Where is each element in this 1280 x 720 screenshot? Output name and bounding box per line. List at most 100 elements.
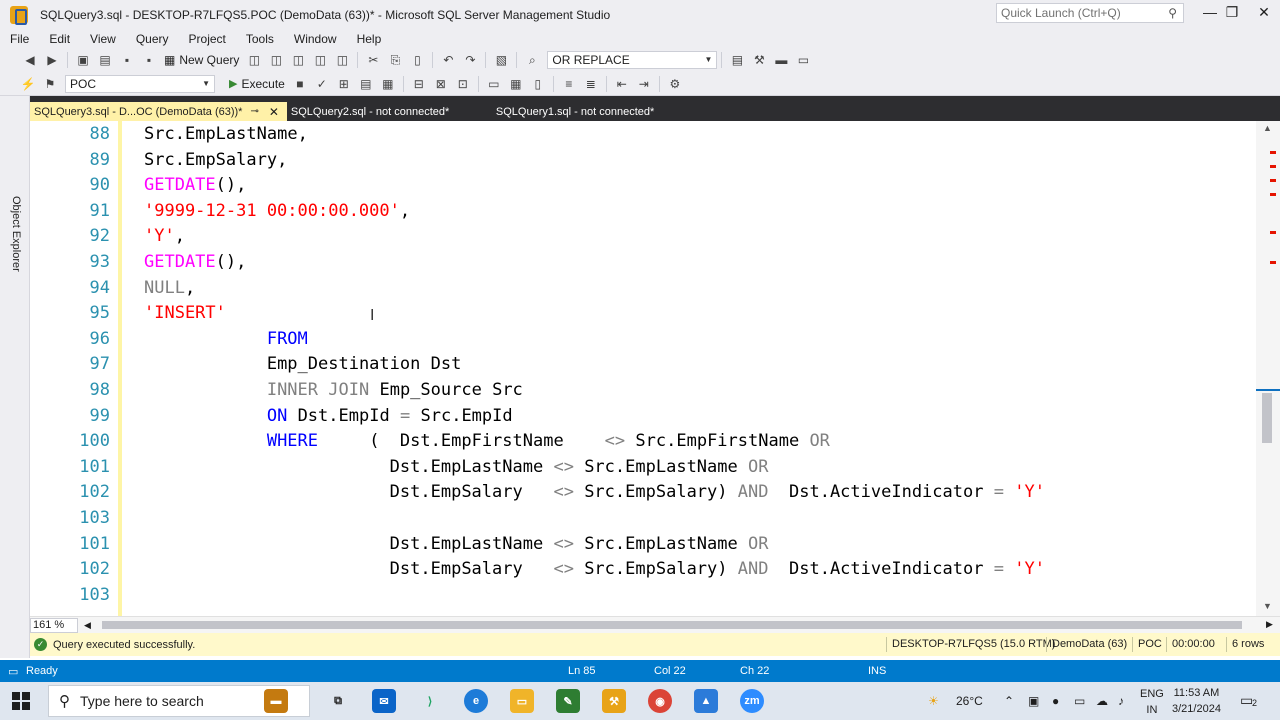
specify-values-icon[interactable]: ⚙ [667, 76, 683, 92]
new-query-button[interactable]: ▦ New Query [160, 53, 243, 67]
weather-icon[interactable]: ☀ [928, 694, 939, 708]
results-to-grid-icon[interactable]: ▦ [508, 76, 524, 92]
new-project-icon[interactable]: ▣ [75, 52, 91, 68]
menu-help[interactable]: Help [347, 32, 392, 46]
cloud-icon[interactable]: ☁ [1096, 694, 1108, 708]
network-icon[interactable]: ▭ [1074, 694, 1085, 708]
copy-icon[interactable]: ⎘ [387, 52, 403, 68]
code-line[interactable]: 89 Src.EmpSalary, [30, 147, 1256, 173]
zoom-app-icon[interactable]: zm [740, 689, 764, 713]
code-line[interactable]: 88 Src.EmpLastName, [30, 121, 1256, 147]
find-text-dropdown[interactable]: OR REPLACE ▼ [547, 51, 718, 69]
menu-file[interactable]: File [0, 32, 39, 46]
ssms-taskbar-icon[interactable]: ⚒ [602, 689, 626, 713]
mail-app-icon[interactable]: ✉ [372, 689, 396, 713]
comment-icon[interactable]: ≡ [561, 76, 577, 92]
object-explorer-tab[interactable]: Object Explorer [10, 196, 22, 272]
cut-icon[interactable]: ✂ [365, 52, 381, 68]
code-line[interactable]: 102 Dst.EmpSalary <> Src.EmpSalary) AND … [30, 556, 1256, 582]
dax-query-icon[interactable]: ◫ [334, 52, 350, 68]
menu-query[interactable]: Query [126, 32, 179, 46]
task-view-icon[interactable]: ⧉ [326, 689, 350, 713]
scroll-left-icon[interactable]: ◀ [84, 620, 91, 631]
menu-view[interactable]: View [80, 32, 126, 46]
toolbox-icon[interactable]: ▬ [773, 52, 789, 68]
show-hidden-icons-icon[interactable]: ⌃ [1004, 694, 1014, 708]
meet-now-icon[interactable]: ▣ [1028, 694, 1039, 708]
client-statistics-icon[interactable]: ⊡ [455, 76, 471, 92]
back-icon[interactable]: ◀ [22, 52, 38, 68]
taskbar-clock[interactable]: 11:53 AM 3/21/2024 [1172, 685, 1221, 717]
forward-icon[interactable]: ▶ [44, 52, 60, 68]
dmx-query-icon[interactable]: ◫ [290, 52, 306, 68]
zoom-dropdown[interactable]: 161 % [30, 617, 78, 633]
close-window-button[interactable]: ✕ [1244, 4, 1280, 24]
menu-edit[interactable]: Edit [39, 32, 80, 46]
decrease-indent-icon[interactable]: ⇤ [614, 76, 630, 92]
live-query-stats-icon[interactable]: ⊠ [433, 76, 449, 92]
quick-launch-input[interactable]: Quick Launch (Ctrl+Q) ⚲ [996, 3, 1184, 23]
results-to-text-icon[interactable]: ▭ [486, 76, 502, 92]
horizontal-scroll-thumb[interactable] [102, 621, 1242, 629]
code-line[interactable]: 92 'Y', [30, 223, 1256, 249]
uncomment-icon[interactable]: ≣ [583, 76, 599, 92]
code-line[interactable]: 91 '9999-12-31 00:00:00.000', [30, 198, 1256, 224]
code-line[interactable]: 90 GETDATE(), [30, 172, 1256, 198]
menu-window[interactable]: Window [284, 32, 347, 46]
code-line[interactable]: 97 Emp_Destination Dst [30, 351, 1256, 377]
code-line[interactable]: 101 Dst.EmpLastName <> Src.EmpLastName O… [30, 454, 1256, 480]
volume-icon[interactable]: ♪ [1118, 694, 1124, 708]
connect-icon[interactable]: ⚡ [20, 76, 36, 92]
query-options-icon[interactable]: ▤ [358, 76, 374, 92]
photos-app-icon[interactable]: ▲ [694, 689, 718, 713]
code-line[interactable]: 101 Dst.EmpLastName <> Src.EmpLastName O… [30, 531, 1256, 557]
code-line[interactable]: 95 'INSERT' [30, 300, 1256, 326]
menu-tools[interactable]: Tools [236, 32, 284, 46]
tab-sqlquery2[interactable]: SQLQuery2.sql - not connected* [287, 102, 492, 121]
notepad-plus-icon[interactable]: ✎ [556, 689, 580, 713]
chrome-browser-icon[interactable]: ◉ [648, 689, 672, 713]
paste-icon[interactable]: ▯ [409, 52, 425, 68]
include-actual-plan-icon[interactable]: ⊟ [411, 76, 427, 92]
save-all-icon[interactable]: ▪ [141, 52, 157, 68]
scroll-thumb[interactable] [1262, 393, 1272, 443]
display-estimated-plan-icon[interactable]: ⊞ [336, 76, 352, 92]
parse-icon[interactable]: ✓ [314, 76, 330, 92]
windows-start-icon[interactable] [12, 692, 30, 710]
xmla-query-icon[interactable]: ◫ [312, 52, 328, 68]
file-explorer-icon[interactable]: ▭ [510, 689, 534, 713]
input-language[interactable]: ENG IN [1140, 686, 1164, 718]
scroll-down-icon[interactable]: ▼ [1263, 601, 1272, 611]
sql-editor[interactable]: 88 Src.EmpLastName, 89 Src.EmpSalary, 90 GETD… [30, 121, 1256, 616]
code-line[interactable]: 99 ON Dst.EmpId = Src.EmpId [30, 403, 1256, 429]
open-folder-icon[interactable]: ▤ [97, 52, 113, 68]
code-line[interactable]: 96 FROM [30, 326, 1256, 352]
solution-explorer-icon[interactable]: ▤ [729, 52, 745, 68]
close-tab-icon[interactable]: ✕ [269, 105, 279, 119]
microphone-icon[interactable]: ● [1052, 694, 1059, 708]
vertical-scrollbar[interactable]: ▲ ▼ [1256, 121, 1280, 616]
intellisense-icon[interactable]: ▦ [380, 76, 396, 92]
increase-indent-icon[interactable]: ⇥ [636, 76, 652, 92]
pin-icon[interactable]: ⊸ [250, 106, 258, 117]
code-line[interactable]: 98 INNER JOIN Emp_Source Src [30, 377, 1256, 403]
find-icon[interactable]: ⌕ [524, 52, 540, 68]
code-line[interactable]: 103 [30, 505, 1256, 531]
output-window-icon[interactable]: ▭ [795, 52, 811, 68]
database-query-icon[interactable]: ◫ [246, 52, 262, 68]
change-connection-icon[interactable]: ⚑ [42, 76, 58, 92]
edge-browser-icon[interactable]: e [464, 689, 488, 713]
code-line[interactable]: 102 Dst.EmpSalary <> Src.EmpSalary) AND … [30, 479, 1256, 505]
code-line[interactable]: 93 GETDATE(), [30, 249, 1256, 275]
tab-sqlquery3[interactable]: SQLQuery3.sql - D...OC (DemoData (63))* … [30, 102, 287, 121]
code-line[interactable]: 103 [30, 582, 1256, 608]
weather-temperature[interactable]: 26°C [956, 694, 983, 708]
tab-sqlquery1[interactable]: SQLQuery1.sql - not connected* [492, 102, 658, 121]
code-line[interactable]: 94 NULL, [30, 275, 1256, 301]
scroll-right-icon[interactable]: ▶ [1266, 619, 1273, 630]
results-to-file-icon[interactable]: ▯ [530, 76, 546, 92]
available-databases-dropdown[interactable]: POC ▼ [65, 74, 215, 93]
scroll-up-icon[interactable]: ▲ [1263, 123, 1272, 133]
activity-monitor-icon[interactable]: ▧ [493, 52, 509, 68]
properties-icon[interactable]: ⚒ [751, 52, 767, 68]
